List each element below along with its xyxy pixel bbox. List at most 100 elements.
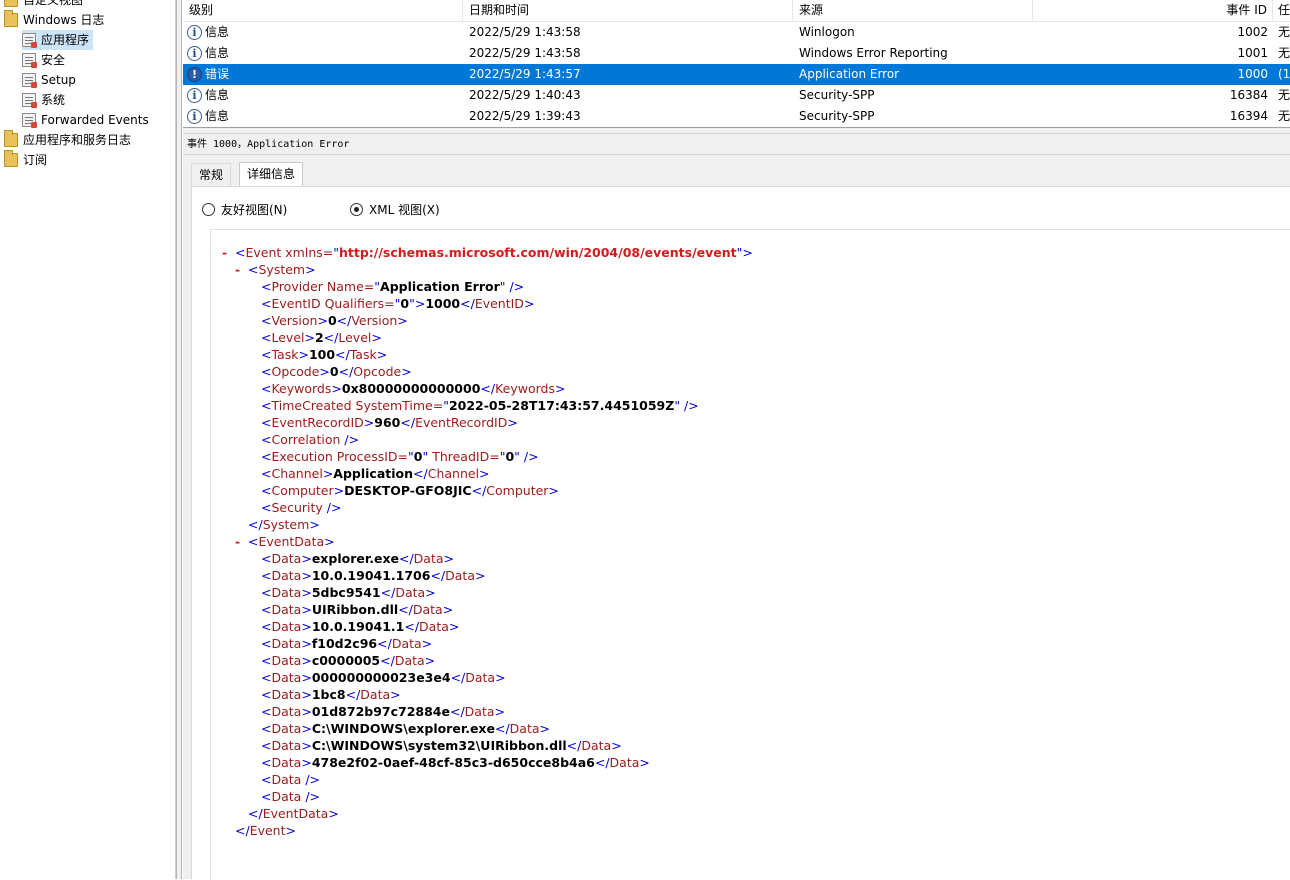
- info-icon: i: [187, 46, 202, 61]
- folder-icon: [4, 150, 18, 167]
- event-row[interactable]: i 信息 2022/5/29 1:43:58 Winlogon 1002 无: [183, 22, 1290, 43]
- column-header-event-id[interactable]: 事件 ID: [1033, 0, 1273, 22]
- event-source: Winlogon: [799, 25, 855, 39]
- column-header-datetime[interactable]: 日期和时间: [463, 0, 793, 22]
- tree-item-app-service-logs[interactable]: 应用程序和服务日志: [4, 130, 131, 150]
- event-datetime: 2022/5/29 1:43:57: [469, 67, 581, 81]
- event-task: 无: [1278, 88, 1290, 102]
- collapse-toggle[interactable]: -: [235, 261, 240, 278]
- column-header-level[interactable]: 级别: [183, 0, 463, 22]
- xml-view: - <Event xmlns="http://schemas.microsoft…: [210, 229, 1290, 880]
- event-datetime: 2022/5/29 1:43:58: [469, 46, 581, 60]
- folder-icon: [4, 0, 18, 7]
- tree-item-label: 应用程序: [41, 33, 90, 47]
- tab-details[interactable]: 详细信息: [239, 162, 304, 188]
- xml-eventrecordid: <EventRecordID>960</EventRecordID>: [261, 415, 518, 430]
- tree-item-label: Windows 日志: [23, 13, 105, 27]
- xml-correlation: <Correlation />: [261, 432, 360, 447]
- column-header-source[interactable]: 来源: [793, 0, 1033, 22]
- tree-item-custom-views[interactable]: 自定义视图: [4, 0, 83, 10]
- xml-task: <Task>100</Task>: [261, 347, 388, 362]
- event-id: 1001: [1237, 46, 1268, 60]
- event-source: Application Error: [799, 67, 900, 81]
- tab-general[interactable]: 常规: [191, 163, 232, 187]
- event-datetime: 2022/5/29 1:43:58: [469, 25, 581, 39]
- event-task: 无: [1278, 109, 1290, 123]
- column-header-task[interactable]: 任: [1273, 0, 1290, 22]
- event-row[interactable]: i 信息 2022/5/29 1:43:58 Windows Error Rep…: [183, 43, 1290, 64]
- tree-item-system[interactable]: 系统: [22, 90, 65, 110]
- radio-button-selected[interactable]: [350, 202, 363, 216]
- tree-item-application[interactable]: 应用程序: [22, 30, 94, 50]
- event-list-header: 级别 日期和时间 来源 事件 ID 任: [183, 0, 1290, 22]
- tree-item-label: Forwarded Events: [41, 113, 149, 127]
- xml-opcode: <Opcode>0</Opcode>: [261, 364, 412, 379]
- tree-item-label: 安全: [41, 53, 66, 67]
- event-detail-title: 事件 1000，Application Error: [183, 133, 1290, 155]
- xml-namespace: http://schemas.microsoft.com/win/2004/08…: [338, 245, 737, 260]
- xml-data: <Data>C:\WINDOWS\explorer.exe</Data>: [261, 721, 551, 736]
- event-task: 无: [1278, 46, 1290, 60]
- xml-data: <Data>1bc8</Data>: [261, 687, 401, 702]
- event-id: 16384: [1229, 88, 1268, 102]
- event-source: Windows Error Reporting: [799, 46, 948, 60]
- xml-data: <Data>478e2f02-0aef-48cf-85c3-d650cce8b4…: [261, 755, 650, 770]
- log-icon: [22, 113, 37, 128]
- event-id: 1000: [1237, 67, 1268, 81]
- event-id: 16394: [1229, 109, 1268, 123]
- info-icon: i: [187, 88, 202, 103]
- tree-item-security[interactable]: 安全: [22, 50, 65, 70]
- event-datetime: 2022/5/29 1:39:43: [469, 109, 581, 123]
- xml-data: <Data>f10d2c96</Data>: [261, 636, 433, 651]
- tree-item-setup[interactable]: Setup: [22, 70, 76, 90]
- xml-data: <Data>000000000023e3e4</Data>: [261, 670, 506, 685]
- event-task: 无: [1278, 25, 1290, 39]
- event-source: Security-SPP: [799, 109, 875, 123]
- event-level: 信息: [205, 46, 230, 60]
- collapse-toggle[interactable]: -: [235, 533, 240, 550]
- xml-event-close: </Event>: [235, 823, 296, 838]
- pane-splitter[interactable]: [176, 0, 182, 879]
- xml-data: <Data>01d872b97c72884e</Data>: [261, 704, 506, 719]
- xml-security: <Security />: [261, 500, 342, 515]
- log-icon: [22, 93, 37, 108]
- radio-xml-view[interactable]: XML 视图(X): [350, 199, 440, 219]
- event-task: (1: [1278, 67, 1290, 81]
- xml-system-open: - <System>: [235, 261, 316, 278]
- event-row[interactable]: i 信息 2022/5/29 1:40:43 Security-SPP 1638…: [183, 85, 1290, 106]
- log-icon: [22, 73, 37, 88]
- xml-version: <Version>0</Version>: [261, 313, 408, 328]
- xml-data-empty: <Data />: [261, 772, 321, 787]
- event-row-selected[interactable]: ! 错误 2022/5/29 1:43:57 Application Error…: [183, 64, 1290, 85]
- tree-item-label: 系统: [41, 93, 66, 107]
- collapse-toggle[interactable]: -: [222, 244, 227, 261]
- event-level: 信息: [205, 88, 230, 102]
- xml-channel: <Channel>Application</Channel>: [261, 466, 490, 481]
- main-pane: 级别 日期和时间 来源 事件 ID 任 i 信息 2022/5/29 1:43:…: [183, 0, 1290, 880]
- event-level: 错误: [205, 67, 230, 81]
- xml-level: <Level>2</Level>: [261, 330, 382, 345]
- info-icon: i: [187, 109, 202, 124]
- folder-icon: [4, 10, 18, 27]
- event-level: 信息: [205, 25, 230, 39]
- event-row[interactable]: i 信息 2022/5/29 1:39:43 Security-SPP 1639…: [183, 106, 1290, 127]
- tree-item-windows-logs[interactable]: Windows 日志: [4, 10, 104, 30]
- xml-system-close: </System>: [248, 517, 320, 532]
- folder-icon: [4, 130, 18, 147]
- log-icon: [22, 33, 37, 48]
- xml-provider: <Provider Name="Application Error" />: [261, 279, 525, 294]
- tree-item-label: 自定义视图: [23, 0, 84, 7]
- xml-data-empty: <Data />: [261, 789, 321, 804]
- radio-button[interactable]: [202, 202, 215, 216]
- xml-data: <Data>10.0.19041.1</Data>: [261, 619, 460, 634]
- event-datetime: 2022/5/29 1:40:43: [469, 88, 581, 102]
- radio-friendly-view[interactable]: 友好视图(N): [202, 199, 287, 219]
- event-list: 级别 日期和时间 来源 事件 ID 任 i 信息 2022/5/29 1:43:…: [183, 0, 1290, 128]
- tree-item-label: 订阅: [23, 153, 48, 167]
- tree-item-forwarded-events[interactable]: Forwarded Events: [22, 110, 149, 130]
- error-icon: !: [187, 67, 202, 82]
- xml-data: <Data>UIRibbon.dll</Data>: [261, 602, 454, 617]
- xml-eventdata-open: - <EventData>: [235, 533, 335, 550]
- xml-eventdata-close: </EventData>: [248, 806, 339, 821]
- tree-item-subscriptions[interactable]: 订阅: [4, 150, 47, 170]
